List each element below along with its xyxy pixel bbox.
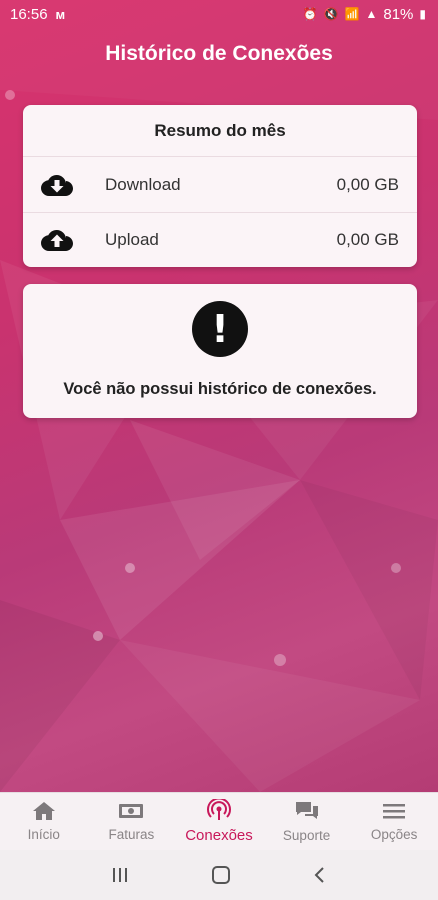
upload-row: Upload 0,00 GB xyxy=(23,212,417,267)
cloud-upload-icon xyxy=(41,228,105,252)
nav-item-inicio[interactable]: Início xyxy=(0,793,88,850)
page-title: Histórico de Conexões xyxy=(105,42,333,65)
nav-item-faturas[interactable]: Faturas xyxy=(88,793,176,850)
cloud-download-icon xyxy=(41,173,105,197)
back-icon[interactable] xyxy=(312,865,328,885)
recent-apps-icon[interactable] xyxy=(110,866,130,884)
status-bar: 16:56 ᴍ ⏰ 🔇 📶 ▲ 81% ▮ xyxy=(0,0,438,28)
nav-label-suporte: Suporte xyxy=(282,828,331,843)
cell-signal-icon: ▲ xyxy=(365,7,378,21)
nav-item-conexoes[interactable]: Conexões xyxy=(175,793,263,850)
menu-icon xyxy=(383,804,406,819)
nav-item-suporte[interactable]: Suporte xyxy=(263,793,351,850)
summary-title: Resumo do mês xyxy=(23,105,417,157)
nav-label-inicio: Início xyxy=(27,827,60,842)
empty-history-message: Você não possui histórico de conexões. xyxy=(63,380,377,398)
battery-icon: ▮ xyxy=(419,7,426,21)
monthly-summary-card: Resumo do mês Download 0,00 GB Upload 0,… xyxy=(23,105,417,267)
chat-icon xyxy=(295,802,318,819)
status-time: 16:56 xyxy=(10,5,48,23)
mute-icon: 🔇 xyxy=(323,7,339,21)
home-button-icon[interactable] xyxy=(210,865,232,885)
home-icon xyxy=(32,802,55,820)
nav-label-conexoes: Conexões xyxy=(185,827,253,844)
download-row: Download 0,00 GB xyxy=(23,157,417,212)
alarm-icon: ⏰ xyxy=(302,7,318,21)
battery-level: 81% xyxy=(383,5,414,23)
upload-label: Upload xyxy=(105,230,159,249)
signal-m-icon: ᴍ xyxy=(55,6,66,22)
bottom-navigation: Início Faturas Conexões Suporte Opções xyxy=(0,792,438,850)
nav-item-opcoes[interactable]: Opções xyxy=(350,793,438,850)
money-icon xyxy=(119,804,144,818)
upload-value: 0,00 GB xyxy=(336,230,399,249)
download-value: 0,00 GB xyxy=(336,174,399,194)
download-label: Download xyxy=(105,174,181,194)
system-navigation-bar xyxy=(0,850,438,900)
nav-label-opcoes: Opções xyxy=(370,827,418,842)
exclamation-icon: ! xyxy=(192,301,248,357)
broadcast-icon xyxy=(206,799,231,820)
empty-history-card: ! Você não possui histórico de conexões. xyxy=(23,284,417,418)
nav-label-faturas: Faturas xyxy=(108,827,155,842)
wifi-icon: 📶 xyxy=(344,7,360,21)
